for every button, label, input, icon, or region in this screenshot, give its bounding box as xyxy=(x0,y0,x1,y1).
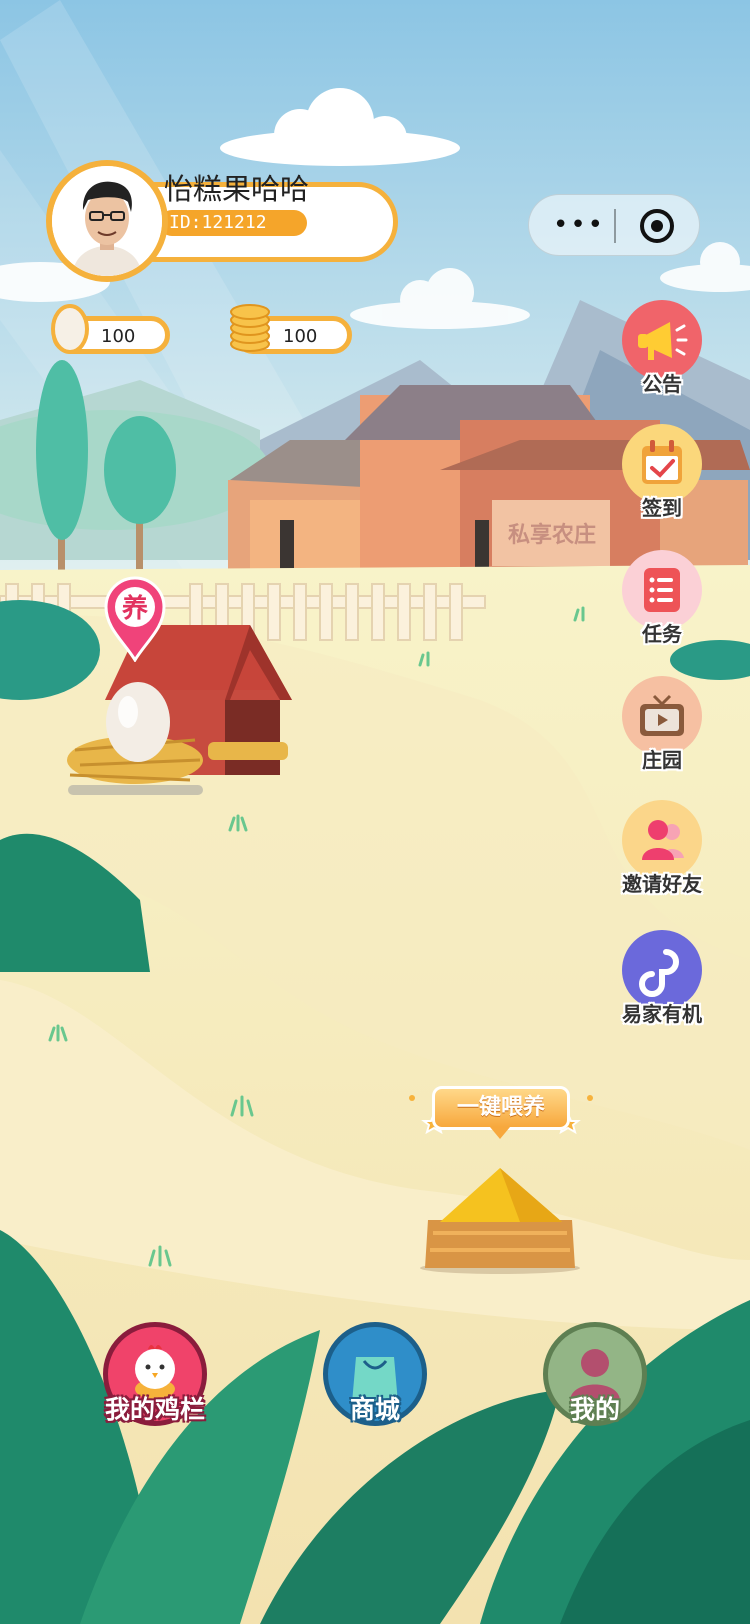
side-label: 公告 xyxy=(642,372,682,396)
side-checkin[interactable]: 签到 xyxy=(618,424,706,521)
side-tasks[interactable]: 任务 xyxy=(618,550,706,647)
side-label: 庄园 xyxy=(642,748,682,772)
more-button[interactable]: ••• xyxy=(553,212,605,238)
nav-mall[interactable]: 商城 xyxy=(320,1322,430,1426)
egg-count: 100 xyxy=(101,326,136,347)
coin-stack-icon xyxy=(230,304,270,352)
avatar-image xyxy=(52,166,162,276)
user-name: 怡糕果哈哈 xyxy=(164,172,310,206)
side-organic[interactable]: 易家有机 xyxy=(618,930,706,1027)
avatar[interactable] xyxy=(46,160,168,282)
nav-label: 我的 xyxy=(569,1395,620,1424)
one-click-feed-button[interactable]: 一键喂养 xyxy=(432,1086,570,1130)
egg-icon xyxy=(51,304,89,354)
miniprogram-capsule: ••• xyxy=(528,194,700,256)
coop-pin-label: 养 xyxy=(121,594,148,624)
nav-my-coop[interactable]: 我的鸡栏 xyxy=(100,1322,210,1426)
bubble-pointer xyxy=(490,1127,510,1139)
close-miniprogram-icon[interactable] xyxy=(639,208,675,244)
user-id-badge: ID:121212 xyxy=(159,210,307,236)
side-label: 邀请好友 xyxy=(622,872,702,896)
side-manor[interactable]: 庄园 xyxy=(618,676,706,773)
nav-me[interactable]: 我的 xyxy=(540,1322,650,1426)
side-label: 签到 xyxy=(642,496,682,520)
coin-count: 100 xyxy=(283,326,318,347)
side-label: 任务 xyxy=(642,622,682,646)
side-announcement[interactable]: 公告 xyxy=(618,300,706,397)
side-invite[interactable]: 邀请好友 xyxy=(618,800,706,897)
nav-label: 我的鸡栏 xyxy=(104,1395,205,1424)
capsule-divider xyxy=(614,209,616,243)
farm-sign: 私享农庄 xyxy=(508,522,596,547)
coop-pin[interactable]: 养 xyxy=(104,576,166,666)
nav-label: 商城 xyxy=(349,1395,400,1424)
side-label: 易家有机 xyxy=(622,1002,702,1026)
